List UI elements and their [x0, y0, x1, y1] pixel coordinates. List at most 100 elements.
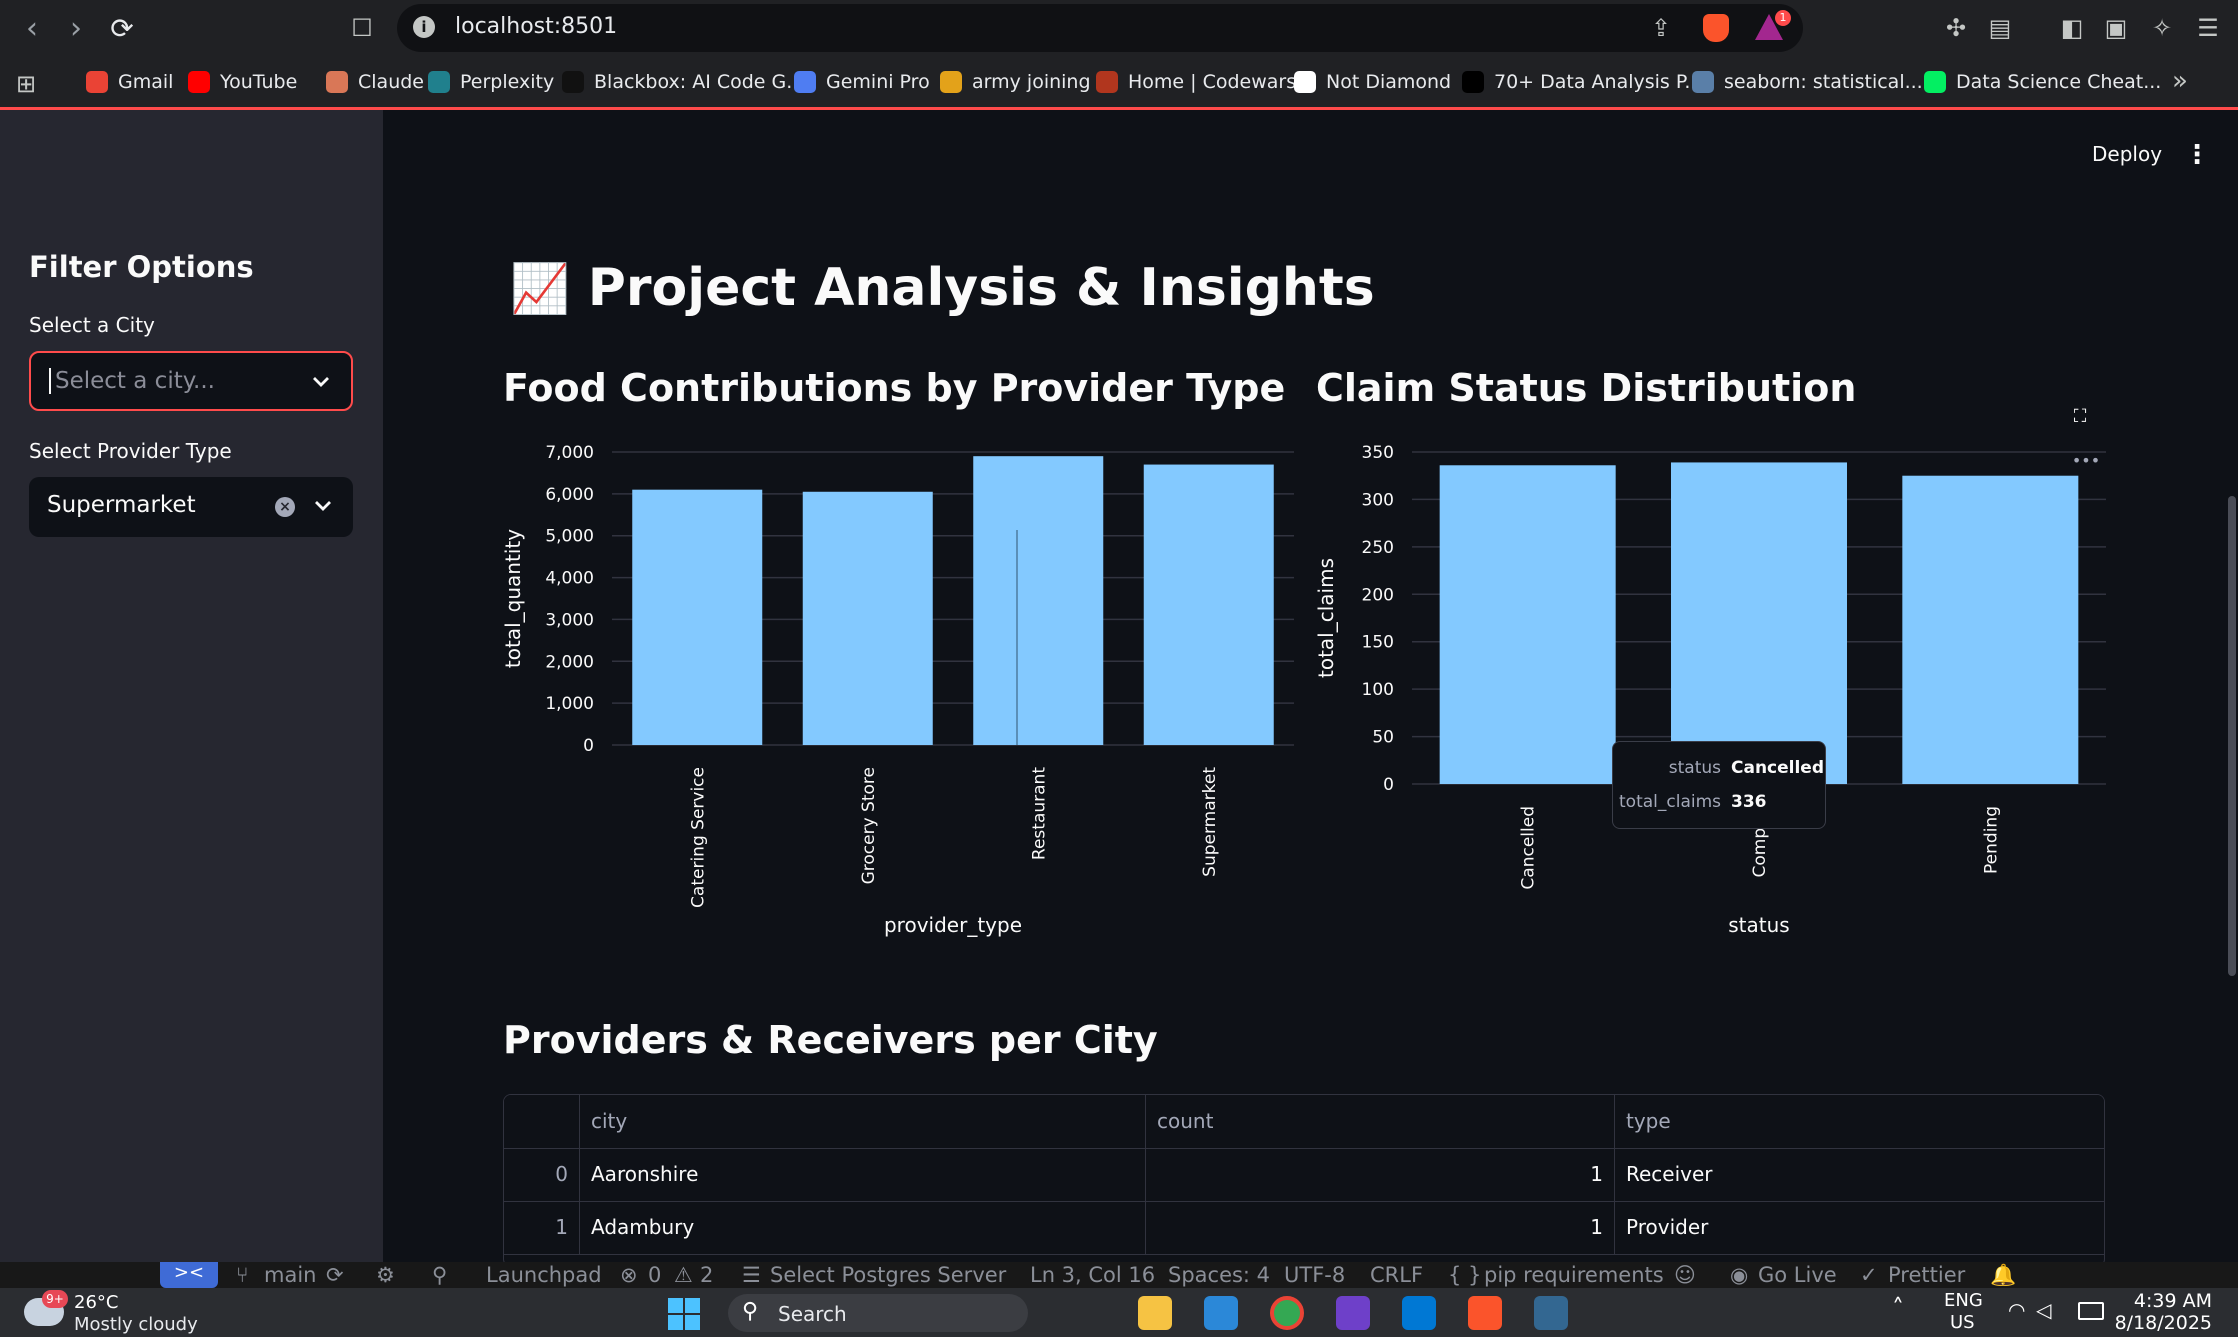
extensions-icon[interactable]: ✣: [1940, 12, 1972, 44]
bookmark-item[interactable]: seaborn: statistical...: [1692, 68, 1923, 96]
db-server-label[interactable]: Select Postgres Server: [770, 1262, 1006, 1288]
bookmark-item[interactable]: Claude: [326, 68, 424, 96]
error-count[interactable]: 0: [648, 1262, 661, 1288]
bookmark-item[interactable]: Gmail: [86, 68, 173, 96]
battery-icon[interactable]: [2078, 1302, 2104, 1320]
clock-date[interactable]: 8/18/2025: [2115, 1312, 2212, 1334]
launchpad-label[interactable]: Launchpad: [486, 1262, 602, 1288]
address-bar[interactable]: i localhost:8501 ⇪ 1: [397, 4, 1803, 52]
share-icon[interactable]: ⇪: [1651, 14, 1671, 42]
remote-icon[interactable]: ><: [160, 1262, 218, 1288]
taskbar-search[interactable]: ⚲ Search: [728, 1294, 1028, 1332]
bookmark-item[interactable]: 70+ Data Analysis P...: [1462, 68, 1702, 96]
seaborn-icon: [1692, 71, 1714, 93]
golive-icon: ◉: [1730, 1263, 1749, 1287]
chart-claim-status[interactable]: 050100150200250300350Cancelled Complet Pen…: [1300, 400, 2120, 950]
apps-grid-icon[interactable]: ⊞: [16, 70, 36, 98]
branch-name[interactable]: main: [264, 1262, 316, 1288]
table-header-city[interactable]: city: [580, 1095, 1146, 1148]
bookmark-icon[interactable]: ☐: [344, 10, 380, 46]
reload-icon[interactable]: ⟳: [104, 10, 140, 46]
bookmark-label: Data Science Cheat...: [1956, 71, 2162, 93]
go-live-button[interactable]: Go Live: [1758, 1262, 1837, 1288]
y-tick-label: 150: [1362, 633, 1394, 653]
table-header-count[interactable]: count: [1146, 1095, 1615, 1148]
tooltip-key-claims: total_claims: [1619, 792, 1721, 812]
weather-desc[interactable]: Mostly cloudy: [74, 1314, 198, 1335]
prettier-button[interactable]: Prettier: [1888, 1262, 1965, 1288]
brave-shield-icon[interactable]: [1703, 14, 1729, 42]
x-tick-label: Cancelled: [1519, 806, 1539, 890]
git-graph-icon[interactable]: ⚙: [376, 1262, 395, 1288]
weather-temp[interactable]: 26°C: [74, 1292, 118, 1313]
line-ending[interactable]: CRLF: [1370, 1262, 1423, 1288]
chrome-icon[interactable]: [1270, 1296, 1304, 1330]
city-select-placeholder: Select a city...: [49, 368, 215, 394]
chart1-heading: Food Contributions by Provider Type: [503, 366, 1286, 410]
tray-chevron-icon[interactable]: ˄: [1892, 1294, 1904, 1322]
brave-icon[interactable]: [1468, 1296, 1502, 1330]
table-cell-count: 1: [1146, 1201, 1615, 1254]
chart-menu-icon[interactable]: •••: [2072, 451, 2100, 470]
clock-time[interactable]: 4:39 AM: [2134, 1290, 2212, 1312]
leo-ai-icon[interactable]: ✧: [2146, 12, 2178, 44]
city-select[interactable]: Select a city...: [29, 351, 353, 411]
vscode-icon[interactable]: [1402, 1296, 1436, 1330]
table-header-type[interactable]: type: [1615, 1095, 2104, 1148]
copilot-icon[interactable]: ☺: [1674, 1262, 1696, 1288]
data-table[interactable]: city count type 0 Aaronshire 1 Receiver …: [503, 1094, 2105, 1267]
branch-icon: ⑂: [236, 1263, 249, 1287]
bookmark-item[interactable]: Home | Codewars: [1096, 68, 1296, 96]
bookmark-item[interactable]: YouTube: [188, 68, 297, 96]
table-row[interactable]: 1 Adambury 1 Provider: [504, 1201, 2104, 1255]
sidebar-toggle-icon[interactable]: ◧: [2056, 12, 2088, 44]
language-mode[interactable]: pip requirements: [1484, 1262, 1664, 1288]
volume-icon[interactable]: ◁: [2036, 1298, 2051, 1322]
windows-start-icon[interactable]: [668, 1298, 700, 1330]
site-info-icon[interactable]: i: [413, 16, 435, 38]
bookmark-item[interactable]: Data Science Cheat...: [1924, 68, 2161, 96]
page-scrollbar[interactable]: [2228, 496, 2236, 976]
bar: [1671, 462, 1847, 784]
taskbar-search-label: Search: [778, 1302, 847, 1326]
encoding[interactable]: UTF-8: [1284, 1262, 1345, 1288]
url-text[interactable]: localhost:8501: [455, 14, 617, 39]
table-row[interactable]: 0 Aaronshire 1 Receiver: [504, 1148, 2104, 1202]
bookmark-item[interactable]: Blackbox: AI Code G...: [562, 68, 804, 96]
y-tick-label: 200: [1362, 585, 1394, 605]
chart-food-contributions[interactable]: 0 1,000 2,000 3,000 4,000 5,000 6,000 7,000 Cate…: [490, 430, 1300, 950]
fullscreen-icon[interactable]: ⛶: [2074, 406, 2087, 427]
language-indicator-top[interactable]: ENG: [1944, 1290, 1983, 1311]
language-indicator-bottom[interactable]: US: [1950, 1312, 1975, 1333]
reader-mode-icon[interactable]: ▤: [1984, 12, 2016, 44]
github-desktop-icon[interactable]: [1336, 1296, 1370, 1330]
chevron-down-icon[interactable]: [309, 369, 333, 393]
notdiamond-icon: [1294, 71, 1316, 93]
sync-icon[interactable]: ⟳: [326, 1262, 344, 1288]
postgres-icon[interactable]: [1534, 1296, 1568, 1330]
cursor-position[interactable]: Ln 3, Col 16: [1030, 1262, 1155, 1288]
microsoft-store-icon[interactable]: [1204, 1296, 1238, 1330]
deploy-button[interactable]: Deploy: [2092, 142, 2162, 166]
provider-select[interactable]: Supermarket ×: [29, 477, 353, 537]
more-bookmarks-icon[interactable]: »: [2172, 66, 2188, 96]
bar: [632, 489, 763, 745]
file-explorer-icon[interactable]: [1138, 1296, 1172, 1330]
forward-icon[interactable]: ›: [58, 10, 94, 46]
bookmark-item[interactable]: Gemini Pro: [794, 68, 930, 96]
main-menu-icon[interactable]: ⋮: [2184, 140, 2210, 170]
bookmark-item[interactable]: Perplexity: [428, 68, 554, 96]
wallet-icon[interactable]: ▣: [2100, 12, 2132, 44]
back-icon[interactable]: ‹: [14, 10, 50, 46]
clear-icon[interactable]: ×: [275, 497, 295, 517]
wifi-icon[interactable]: ◠: [2008, 1298, 2025, 1322]
warning-count[interactable]: 2: [700, 1262, 713, 1288]
bookmark-label: Home | Codewars: [1128, 71, 1297, 93]
indentation[interactable]: Spaces: 4: [1168, 1262, 1270, 1288]
bookmark-item[interactable]: Not Diamond: [1294, 68, 1451, 96]
menu-icon[interactable]: ☰: [2192, 12, 2224, 44]
notifications-bell-icon[interactable]: 🔔: [1990, 1262, 2016, 1288]
table-header-index[interactable]: [504, 1095, 580, 1148]
bookmark-item[interactable]: army joining: [940, 68, 1091, 96]
chevron-down-icon[interactable]: [311, 493, 335, 517]
